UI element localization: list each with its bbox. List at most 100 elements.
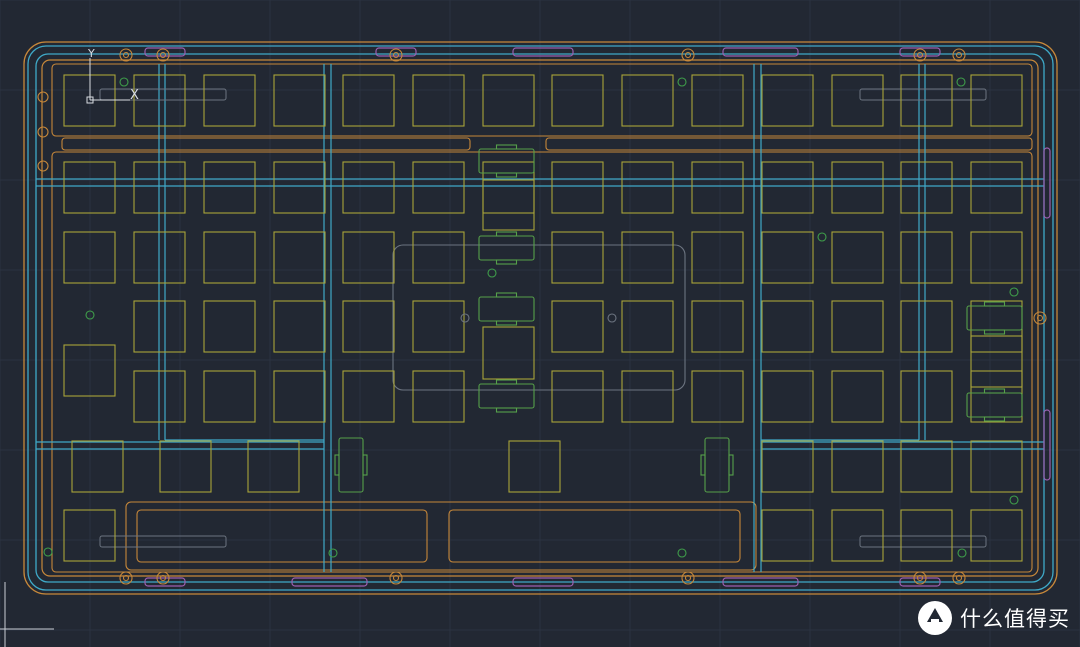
key-cutout [342, 370, 395, 423]
screw-boss [389, 48, 403, 62]
key-cutout [761, 300, 814, 353]
screw-hole [916, 51, 924, 59]
key-cutout [551, 370, 604, 423]
center-cutout [392, 244, 686, 391]
key-cutout [970, 161, 1023, 214]
screw-hole [392, 51, 400, 59]
stabilizer-notch [334, 454, 340, 476]
ucs-y-label: Y [87, 47, 95, 60]
key-cutout [412, 300, 465, 353]
key-cutout [900, 300, 953, 353]
key-cutout [691, 370, 744, 423]
key-cutout [203, 300, 256, 353]
screw-boss [913, 48, 927, 62]
key-cutout [761, 509, 814, 562]
case-tabs [144, 47, 1051, 587]
screw-hole [122, 51, 130, 59]
stabilizer-housing [704, 437, 730, 493]
mounting-hole [328, 548, 338, 558]
stabilizer-notch [495, 407, 518, 413]
label-slot [99, 88, 227, 101]
key-cutout [970, 231, 1023, 284]
key-cutout [203, 161, 256, 214]
stabilizer-housing [478, 235, 535, 261]
mounting-hole [607, 313, 617, 323]
key-cutout [412, 370, 465, 423]
case-tab [1043, 409, 1051, 481]
key-cutout [900, 231, 953, 284]
key-cutout [203, 231, 256, 284]
right-divider-bar [545, 137, 1033, 151]
key-cutout [691, 161, 744, 214]
key-cutout [900, 161, 953, 214]
mounting-hole [460, 313, 470, 323]
key-cutout [203, 370, 256, 423]
key-cutout [900, 370, 953, 423]
pcb-sections [51, 63, 1033, 573]
watermark: 什么值得买 [918, 601, 1070, 635]
key-cutout [691, 300, 744, 353]
screw-bosses [37, 48, 1047, 585]
key-cutout [342, 74, 395, 127]
key-cutout [273, 231, 326, 284]
case-tab [722, 47, 799, 57]
case-tab [512, 47, 574, 57]
mounting-hole [817, 232, 827, 242]
stabilizer-notch [495, 292, 518, 298]
screw-hole [684, 51, 692, 59]
key-cutout [831, 300, 884, 353]
screw-hole [955, 51, 963, 59]
stabilizer-housing [478, 148, 535, 174]
key-cutout [273, 161, 326, 214]
label-slot [859, 535, 987, 548]
key-cutout [273, 370, 326, 423]
cad-drawing-canvas[interactable]: Y X [0, 0, 1080, 647]
stabilizer-notch [728, 454, 734, 476]
key-cutout [970, 370, 1023, 423]
key-cutout [831, 370, 884, 423]
case-tab [1043, 147, 1051, 219]
mounting-hole [956, 77, 966, 87]
label-slot [99, 535, 227, 548]
stabilizer-notch [495, 172, 518, 178]
key-cutout [970, 335, 1023, 388]
stabilizer-housing [966, 305, 1023, 331]
key-cutout [970, 300, 1023, 353]
screw-boss [119, 48, 133, 62]
key-cutout [342, 300, 395, 353]
mounting-hole [1009, 495, 1019, 505]
background-grid [0, 0, 1080, 647]
mounting-hole [119, 77, 129, 87]
screw-boss [681, 48, 695, 62]
mounting-hole [1009, 287, 1019, 297]
key-cutout [551, 161, 604, 214]
stabilizer-housing [478, 296, 535, 322]
crosshair-cursor [0, 582, 54, 647]
stabilizer-housing [338, 437, 364, 493]
mounting-hole [677, 548, 687, 558]
key-cutout [761, 161, 814, 214]
key-cutout [412, 231, 465, 284]
stabilizer-notch [362, 454, 368, 476]
key-cutout [831, 231, 884, 284]
smzdm-logo-icon [918, 601, 952, 635]
key-cutout [551, 231, 604, 284]
side-hole [37, 126, 49, 138]
key-cutout [761, 231, 814, 284]
key-cutout [831, 161, 884, 214]
key-cutout [273, 300, 326, 353]
key-cutout [482, 74, 535, 127]
key-cutout [551, 74, 604, 127]
key-cutout [412, 74, 465, 127]
key-cutout [691, 74, 744, 127]
stabilizer-notch [495, 259, 518, 265]
stabilizer-notch [983, 388, 1006, 394]
key-cutout [482, 179, 535, 231]
screw-boss [952, 48, 966, 62]
key-cutout [761, 74, 814, 127]
key-cutout [342, 231, 395, 284]
watermark-text: 什么值得买 [960, 607, 1070, 631]
key-cutout [273, 74, 326, 127]
mounting-hole [957, 548, 967, 558]
key-cutout [508, 440, 561, 493]
